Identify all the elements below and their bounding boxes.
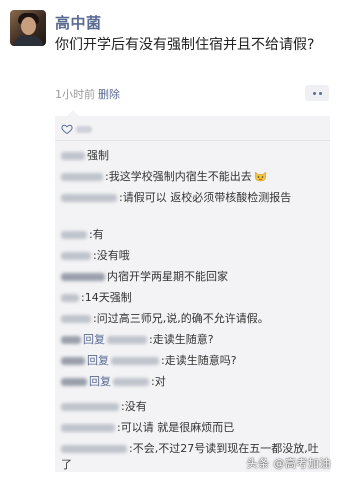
more-dots-icon (312, 91, 316, 95)
reply-target-name[interactable] (113, 378, 149, 386)
post-time: 1小时前 (55, 88, 95, 101)
comment-item[interactable]: 回复:走读生随意? (61, 332, 327, 348)
comment-item[interactable]: :请假可以 返校必须带核酸检测报告 (61, 190, 327, 206)
watermark: 头条 @高考加油 (246, 457, 331, 470)
commenter-name[interactable] (61, 294, 79, 302)
commenter-name[interactable] (61, 403, 119, 411)
username[interactable]: 高中菌 (55, 12, 102, 33)
commenter-name[interactable] (61, 315, 91, 323)
comment-item[interactable]: 回复:对 (61, 374, 327, 390)
post-text: 你们开学后有没有强制住宿并且不给请假? (55, 37, 315, 53)
delete-link[interactable]: 删除 (98, 86, 120, 102)
comment-item[interactable]: :14天强制 (61, 290, 327, 306)
commenter-name[interactable] (61, 194, 117, 202)
reply-target-name[interactable] (111, 357, 159, 365)
commenter-name[interactable] (61, 273, 105, 281)
commenter-name[interactable] (61, 357, 85, 365)
comment-item[interactable]: :没有 (61, 399, 327, 415)
comment-item[interactable]: :有 (61, 227, 327, 243)
heart-outline-icon (61, 124, 73, 135)
commenter-name[interactable] (61, 445, 127, 453)
more-options-button[interactable] (305, 85, 329, 101)
comment-item[interactable]: :可以请 就是很麻烦而已 (61, 420, 327, 436)
liker-names[interactable] (76, 125, 92, 133)
divider (55, 140, 330, 141)
commenter-name[interactable] (61, 152, 85, 160)
comment-item[interactable]: 内宿开学两星期不能回家 (61, 269, 327, 285)
commenter-name[interactable] (61, 378, 87, 386)
likes-row (61, 122, 92, 136)
comment-item[interactable]: :问过高三师兄,说,的确不允许请假。 (61, 311, 327, 327)
moment-post: 高中菌 你们开学后有没有强制住宿并且不给请假? 1小时前 删除 强制 :我这学校… (0, 0, 339, 477)
commenter-name[interactable] (61, 231, 87, 239)
avatar[interactable] (10, 10, 46, 46)
reply-target-name[interactable] (107, 336, 147, 344)
commenter-name[interactable] (61, 252, 91, 260)
commenter-name[interactable] (61, 173, 103, 181)
commenter-name[interactable] (61, 336, 81, 344)
comment-box: 强制 :我这学校强制内宿生不能出去 :请假可以 返校必须带核酸检测报告 :有 :… (55, 110, 330, 472)
comment-item[interactable]: :我这学校强制内宿生不能出去 (61, 169, 327, 185)
comment-item[interactable]: 回复:走读生随意吗? (61, 353, 327, 369)
cat-face-emoji-icon (254, 171, 266, 182)
comment-item[interactable]: :没有哦 (61, 248, 327, 264)
commenter-name[interactable] (61, 424, 115, 432)
comment-item[interactable]: 强制 (61, 148, 327, 164)
